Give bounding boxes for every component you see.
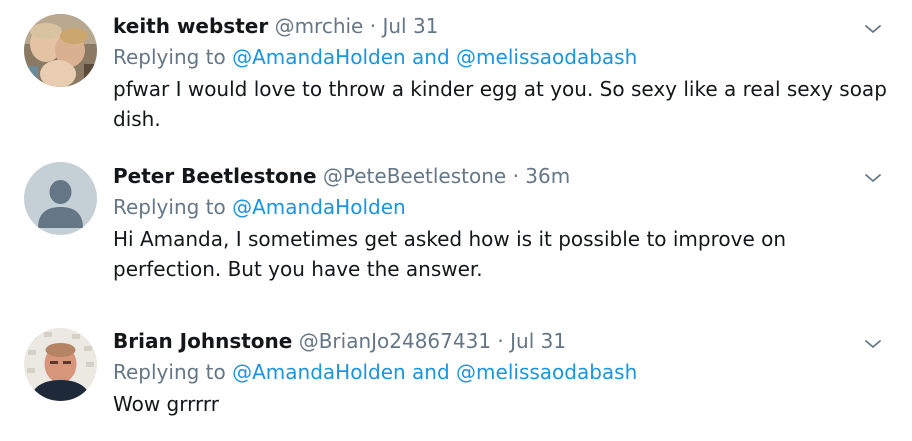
replying-to-label: Replying to: [113, 195, 226, 219]
timestamp[interactable]: Jul 31: [510, 329, 566, 353]
user-handle[interactable]: @BrianJo24867431: [299, 329, 491, 353]
display-name[interactable]: keith webster: [113, 14, 268, 38]
separator-dot: ·: [369, 14, 377, 38]
tweet-text: pfwar I would love to throw a kinder egg…: [113, 77, 887, 131]
separator-dot: ·: [497, 329, 504, 353]
avatar[interactable]: [24, 162, 97, 235]
user-handle[interactable]: @mrchie: [275, 14, 364, 38]
tweet-header: Peter Beetlestone @PeteBeetlestone · 36m: [113, 163, 862, 189]
mention-link[interactable]: @melissaodabash: [456, 360, 637, 384]
tweet-menu-button[interactable]: [864, 172, 882, 184]
tweet-item[interactable]: Peter Beetlestone @PeteBeetlestone · 36m…: [0, 150, 912, 300]
timestamp[interactable]: 36m: [525, 164, 570, 188]
mention-conjunction: and: [412, 360, 450, 384]
avatar[interactable]: [24, 14, 97, 87]
mention-link[interactable]: @AmandaHolden: [232, 195, 406, 219]
replying-to-label: Replying to: [113, 45, 226, 69]
display-name[interactable]: Brian Johnstone: [113, 329, 292, 353]
user-handle[interactable]: @PeteBeetlestone: [323, 164, 506, 188]
reply-feed: keith webster @mrchie · Jul 31 Replying …: [0, 0, 912, 441]
separator-dot: ·: [512, 164, 519, 188]
chevron-down-icon: [865, 25, 881, 33]
tweet-header: Brian Johnstone @BrianJo24867431 · Jul 3…: [113, 328, 862, 354]
tweet-item[interactable]: keith webster @mrchie · Jul 31 Replying …: [0, 0, 912, 150]
timestamp[interactable]: Jul 31: [382, 14, 438, 38]
tweet-header: keith webster @mrchie · Jul 31: [113, 13, 862, 39]
replying-to-line: Replying to @AmandaHolden and @melissaod…: [113, 44, 862, 70]
replying-to-line: Replying to @AmandaHolden: [113, 194, 862, 220]
display-name[interactable]: Peter Beetlestone: [113, 164, 317, 188]
avatar[interactable]: [24, 328, 97, 401]
default-profile-avatar-icon: [24, 162, 97, 235]
chevron-down-icon: [865, 340, 881, 348]
mention-conjunction: and: [412, 45, 450, 69]
replying-to-line: Replying to @AmandaHolden and @melissaod…: [113, 359, 862, 385]
mention-link[interactable]: @AmandaHolden: [232, 45, 406, 69]
tweet-text: Hi Amanda, I sometimes get asked how is …: [113, 227, 787, 281]
mention-link[interactable]: @melissaodabash: [456, 45, 637, 69]
family-photo-avatar-icon: [24, 14, 97, 87]
tweet-text: Wow grrrrr: [113, 392, 219, 416]
tweet-menu-button[interactable]: [864, 23, 882, 35]
tweet-item[interactable]: Brian Johnstone @BrianJo24867431 · Jul 3…: [0, 314, 912, 441]
tweet-menu-button[interactable]: [864, 338, 882, 350]
mention-link[interactable]: @AmandaHolden: [232, 360, 406, 384]
man-photo-avatar-icon: [24, 328, 97, 401]
replying-to-label: Replying to: [113, 360, 226, 384]
chevron-down-icon: [865, 174, 881, 182]
